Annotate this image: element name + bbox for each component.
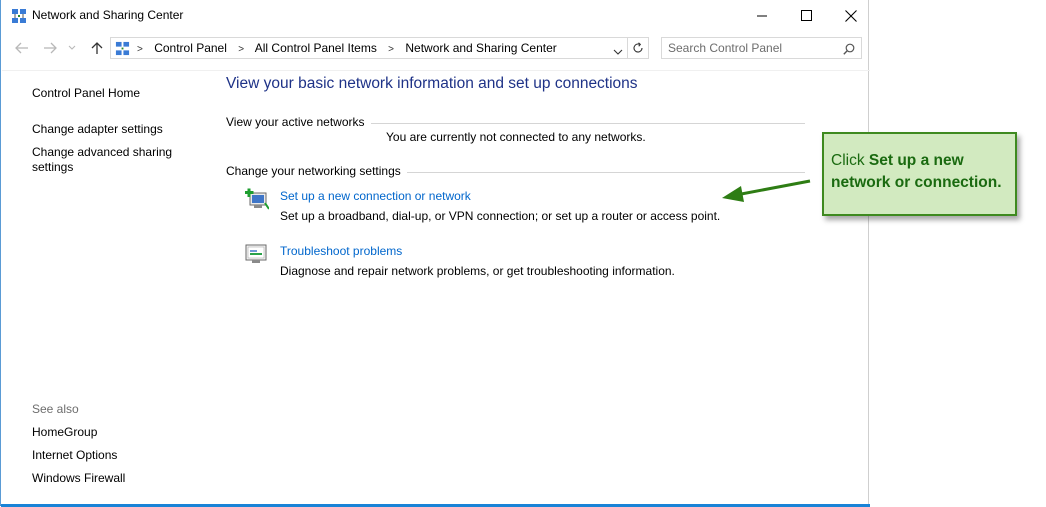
breadcrumb-control-panel[interactable]: Control Panel [154,41,227,55]
close-button[interactable] [828,0,874,31]
troubleshoot-link[interactable]: Troubleshoot problems [280,244,402,258]
window-title: Network and Sharing Center [32,8,184,22]
see-also-internet-options[interactable]: Internet Options [32,448,117,463]
new-connection-icon [245,188,270,210]
instruction-callout: Click Set up a new network or connection… [822,132,1017,216]
callout-prefix: Click [831,152,865,169]
troubleshoot-icon [245,243,269,265]
change-settings-label: Change your networking settings [226,164,407,178]
address-bar[interactable]: > Control Panel > All Control Panel Item… [110,37,628,59]
back-button[interactable] [13,40,31,56]
forward-arrow-icon [44,42,57,54]
up-arrow-icon [91,42,103,54]
troubleshoot-description: Diagnose and repair network problems, or… [280,264,675,278]
refresh-button[interactable] [628,37,649,59]
breadcrumb-separator: > [388,44,395,55]
sidebar-link-advanced-sharing[interactable]: Change advanced sharing settings [32,145,182,175]
address-dropdown-button[interactable] [613,43,623,61]
breadcrumb-separator: > [238,44,245,55]
refresh-icon [633,42,643,53]
see-also-windows-firewall[interactable]: Windows Firewall [32,471,125,486]
active-networks-label: View your active networks [226,115,371,129]
search-input[interactable] [668,40,838,56]
sidebar-link-adapter-settings[interactable]: Change adapter settings [32,122,163,137]
maximize-button[interactable] [783,0,829,31]
toolbar-divider [2,70,870,71]
recent-dropdown-icon [68,45,76,50]
minimize-button[interactable] [739,0,785,31]
chevron-down-icon [613,49,623,55]
network-center-icon [11,8,27,24]
setup-connection-description: Set up a broadband, dial-up, or VPN conn… [280,209,721,223]
title-bar: Network and Sharing Center [1,0,870,31]
breadcrumb-separator: > [137,44,143,55]
page-title: View your basic network information and … [226,75,638,92]
breadcrumb-network-center[interactable]: Network and Sharing Center [405,41,556,55]
forward-button[interactable] [41,40,59,56]
see-also-heading: See also [32,402,79,416]
callout-arrow [722,179,811,202]
search-icon[interactable] [843,42,855,60]
close-icon [845,9,857,22]
maximize-icon [800,10,812,21]
sidebar-link-control-panel-home[interactable]: Control Panel Home [32,86,140,101]
setup-connection-link[interactable]: Set up a new connection or network [280,189,471,203]
control-panel-icon [115,41,130,56]
back-arrow-icon [15,42,28,54]
breadcrumb: > Control Panel > All Control Panel Item… [135,41,557,55]
network-sharing-window: Network and Sharing Center > Control Pan… [0,0,870,507]
recent-locations-button[interactable] [66,40,78,56]
search-box[interactable] [661,37,862,59]
up-button[interactable] [88,40,106,56]
minimize-icon [756,15,767,17]
not-connected-text: You are currently not connected to any n… [386,130,646,144]
see-also-homegroup[interactable]: HomeGroup [32,425,97,440]
breadcrumb-all-items[interactable]: All Control Panel Items [255,41,377,55]
